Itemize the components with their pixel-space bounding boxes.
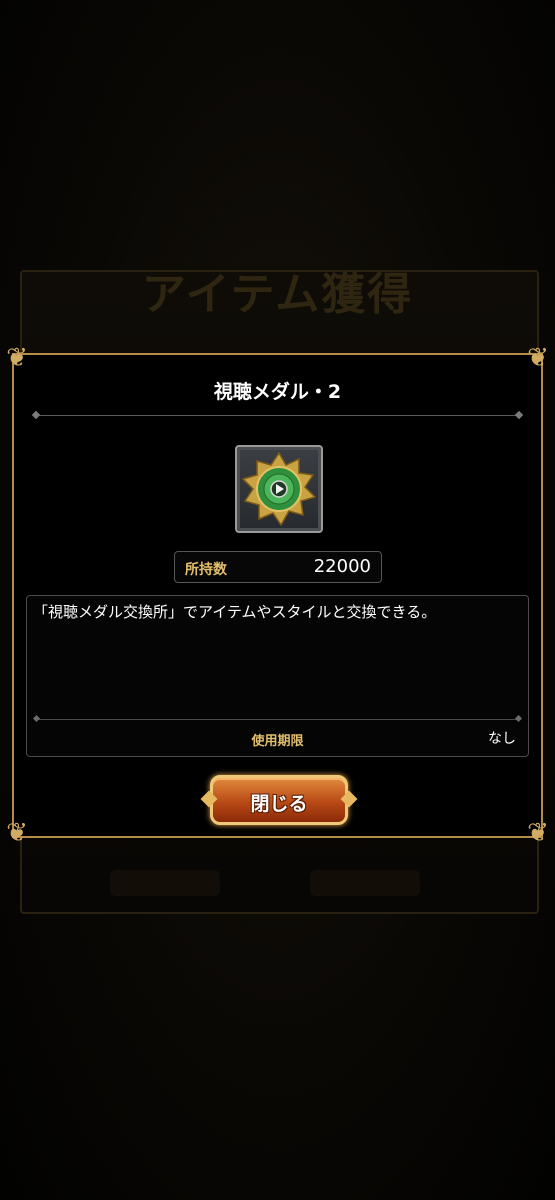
corner-ornament-icon: ❦: [6, 343, 28, 373]
owned-count-label: 所持数: [185, 562, 227, 578]
close-button[interactable]: 閉じる: [210, 775, 348, 825]
description-divider: [37, 719, 518, 720]
item-description-box: 「視聴メダル交換所」でアイテムやスタイルと交換できる。 使用期限 なし: [26, 595, 529, 757]
item-icon-frame: [235, 445, 323, 533]
title-divider: [36, 415, 519, 416]
corner-ornament-icon: ❦: [527, 343, 549, 373]
corner-ornament-icon: ❦: [6, 818, 28, 848]
expiry-label: 使用期限: [251, 734, 304, 749]
item-name-title: 視聴メダル・2: [213, 381, 342, 403]
green-medal-icon: [241, 451, 317, 527]
corner-ornament-icon: ❦: [527, 818, 549, 848]
item-description: 「視聴メダル交換所」でアイテムやスタイルと交換できる。: [33, 603, 437, 621]
background-title: アイテム獲得: [141, 269, 414, 320]
background-button-right: [310, 870, 420, 896]
owned-count-value: 22000: [313, 556, 371, 577]
close-button-label: 閉じる: [250, 793, 308, 815]
expiry-value: なし: [488, 731, 516, 747]
background-button-left: [110, 870, 220, 896]
owned-count-row: 所持数 22000: [174, 551, 382, 583]
item-detail-dialog: ❦ ❦ ❦ ❦ 視聴メダル・2 所持数 22000 「視聴メダル交換所」でアイテ…: [6, 343, 549, 848]
